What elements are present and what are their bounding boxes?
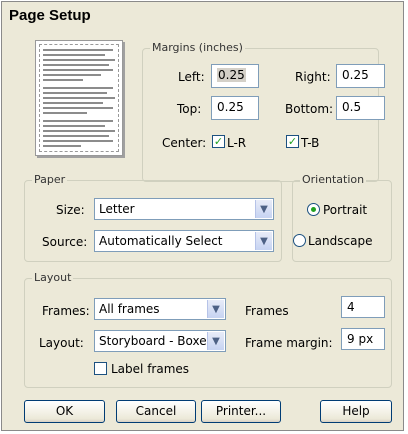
page-preview — [35, 40, 123, 156]
top-margin-input[interactable]: 0.25 — [211, 96, 259, 120]
paper-source-select[interactable]: Automatically Select ▼ — [94, 230, 274, 252]
center-lr-checkbox[interactable]: ✓ — [212, 135, 225, 148]
preview-text-line — [43, 64, 109, 66]
frames-count-input[interactable]: 4 — [341, 296, 385, 318]
preview-text-line — [43, 107, 113, 109]
portrait-label[interactable]: Portrait — [323, 203, 367, 217]
preview-text-line — [43, 92, 107, 94]
right-margin-value: 0.25 — [342, 68, 369, 82]
dialog-title: Page Setup — [9, 7, 91, 24]
layout-type-value: Storyboard - Boxes — [99, 334, 213, 348]
check-mark-icon: ✓ — [287, 135, 298, 148]
preview-text-line — [43, 54, 105, 56]
frames-label: Frames: — [42, 304, 90, 318]
preview-text-line — [43, 120, 113, 122]
preview-text-line — [43, 69, 113, 71]
bottom-margin-input[interactable]: 0.5 — [336, 96, 385, 120]
landscape-label[interactable]: Landscape — [308, 234, 372, 248]
landscape-radio[interactable] — [293, 234, 306, 247]
cancel-button[interactable]: Cancel — [116, 400, 196, 423]
frames-count-label: Frames — [245, 304, 289, 318]
top-margin-value: 0.25 — [217, 100, 244, 114]
right-margin-input[interactable]: 0.25 — [336, 64, 385, 88]
paper-size-value: Letter — [99, 202, 135, 216]
frame-margin-value: 9 px — [347, 332, 374, 346]
paper-size-label: Size: — [56, 203, 85, 217]
preview-text-line — [43, 102, 103, 104]
bottom-margin-value: 0.5 — [342, 100, 362, 114]
preview-text-line — [43, 79, 83, 81]
preview-text-line — [43, 145, 81, 147]
label-frames-label[interactable]: Label frames — [111, 362, 189, 376]
center-tb-checkbox[interactable]: ✓ — [286, 135, 299, 148]
frames-count-value: 4 — [347, 300, 355, 314]
top-margin-label: Top: — [177, 102, 202, 116]
chevron-down-icon[interactable]: ▼ — [207, 332, 224, 350]
left-margin-input[interactable]: 0.25 — [211, 64, 259, 88]
left-margin-value: 0.25 — [217, 68, 246, 82]
paper-legend: Paper — [32, 173, 68, 186]
frame-margin-input[interactable]: 9 px — [341, 328, 385, 350]
preview-text-line — [43, 87, 113, 89]
paper-size-select[interactable]: Letter ▼ — [94, 198, 274, 220]
paper-source-label: Source: — [42, 235, 88, 249]
preview-text-line — [43, 97, 115, 99]
margins-legend: Margins (inches) — [150, 41, 245, 54]
help-button[interactable]: Help — [320, 400, 392, 423]
preview-text-line — [43, 140, 113, 142]
printer-button[interactable]: Printer... — [201, 400, 281, 423]
ok-button[interactable]: OK — [24, 400, 105, 423]
label-frames-checkbox[interactable] — [94, 362, 107, 375]
radio-selected-dot — [311, 207, 316, 212]
page-setup-dialog: Page Setup Margins (inches) Left: 0.25 R… — [1, 1, 404, 431]
center-label: Center: — [162, 136, 207, 150]
frames-value: All frames — [99, 302, 160, 316]
layout-type-select[interactable]: Storyboard - Boxes ▼ — [94, 330, 226, 352]
preview-text-line — [43, 74, 101, 76]
orientation-group: Orientation — [292, 173, 392, 262]
chevron-down-icon[interactable]: ▼ — [255, 200, 272, 218]
paper-source-value: Automatically Select — [99, 234, 223, 248]
preview-text-line — [43, 130, 115, 132]
preview-text-line — [43, 49, 113, 51]
center-tb-label[interactable]: T-B — [301, 136, 319, 150]
chevron-down-icon[interactable]: ▼ — [255, 232, 272, 250]
title-bar[interactable]: Page Setup — [2, 2, 403, 30]
preview-text-line — [43, 112, 87, 114]
left-margin-label: Left: — [178, 70, 205, 84]
layout-legend: Layout — [32, 271, 74, 284]
orientation-legend: Orientation — [300, 173, 367, 186]
frames-select[interactable]: All frames ▼ — [94, 298, 226, 320]
right-margin-label: Right: — [295, 70, 331, 84]
chevron-down-icon[interactable]: ▼ — [207, 300, 224, 318]
center-lr-label[interactable]: L-R — [227, 136, 246, 150]
preview-text-line — [43, 135, 109, 137]
layout-type-label: Layout: — [39, 336, 84, 350]
check-mark-icon: ✓ — [213, 135, 224, 148]
preview-text-line — [43, 59, 115, 61]
portrait-radio[interactable] — [307, 203, 320, 216]
preview-text-line — [43, 125, 105, 127]
bottom-margin-label: Bottom: — [285, 102, 334, 116]
frame-margin-label: Frame margin: — [245, 336, 333, 350]
